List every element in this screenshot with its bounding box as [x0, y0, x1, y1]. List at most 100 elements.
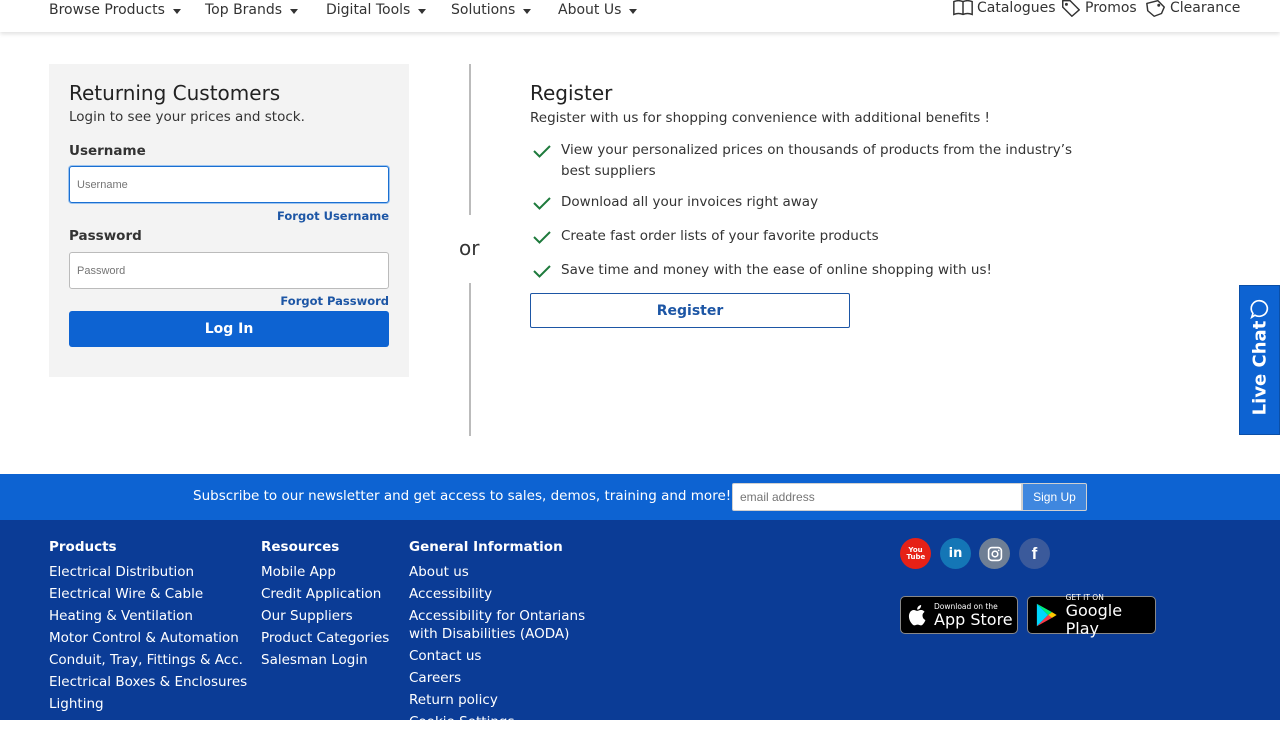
benefit-item: View your personalized prices on thousan…	[532, 140, 1092, 182]
register-title: Register	[530, 81, 613, 105]
benefit-text: Create fast order lists of your favorite…	[561, 228, 879, 244]
promos-label: Promos	[1085, 0, 1137, 16]
footer-products-column: Products Electrical Distribution Electri…	[49, 538, 247, 737]
divider-line-top	[469, 64, 471, 215]
footer-link[interactable]: Credit Application	[261, 583, 389, 605]
tag-icon	[1062, 0, 1080, 17]
app-store-badge[interactable]: Download on the App Store	[900, 596, 1018, 634]
benefit-item: Save time and money with the ease of onl…	[532, 260, 1092, 281]
footer-link[interactable]: Accessibility for Ontarians with Disabil…	[409, 605, 599, 645]
login-button[interactable]: Log In	[69, 311, 389, 347]
footer-link[interactable]: Product Categories	[261, 627, 389, 649]
app-store-big-text: App Store	[934, 609, 1013, 629]
caret-down-icon	[418, 8, 427, 14]
linkedin-icon-text: in	[948, 546, 963, 561]
benefit-item: Create fast order lists of your favorite…	[532, 226, 1092, 247]
nav-label: Top Brands	[205, 2, 283, 18]
nav-digital-tools[interactable]: Digital Tools	[326, 2, 427, 18]
username-input[interactable]	[69, 166, 389, 203]
divider-line-bottom	[469, 283, 471, 436]
caret-down-icon	[172, 8, 181, 14]
facebook-icon[interactable]: f	[1019, 538, 1050, 569]
or-text: or	[459, 236, 480, 260]
google-play-badge[interactable]: GET IT ON Google Play	[1027, 593, 1156, 637]
footer-link[interactable]: Electrical Wire & Cable	[49, 583, 247, 605]
book-icon	[953, 0, 973, 16]
footer-link[interactable]: Lighting	[49, 693, 247, 715]
newsletter-text: Subscribe to our newsletter and get acce…	[193, 488, 732, 504]
footer-link[interactable]: Mobile App	[261, 561, 389, 583]
forgot-password-link[interactable]: Forgot Password	[280, 294, 389, 308]
login-panel: Returning Customers Login to see your pr…	[49, 64, 409, 377]
promos-link[interactable]: Promos	[1060, 0, 1137, 18]
footer-link[interactable]: Electrical Boxes & Enclosures	[49, 671, 247, 693]
live-chat-tab[interactable]: Live Chat	[1239, 285, 1280, 435]
nav-label: Digital Tools	[326, 2, 411, 18]
checkmark-icon	[533, 231, 551, 244]
clearance-tag-icon	[1146, 0, 1165, 17]
password-label: Password	[69, 228, 142, 244]
footer-link[interactable]: Contact us	[409, 645, 599, 667]
footer-link[interactable]: Heating & Ventilation	[49, 605, 247, 627]
caret-down-icon	[290, 8, 299, 14]
nav-label: About Us	[558, 2, 622, 18]
nav-solutions[interactable]: Solutions	[451, 2, 532, 18]
benefit-item: Download all your invoices right away	[532, 192, 1092, 213]
footer-link[interactable]: Electrical Distribution	[49, 561, 247, 583]
newsletter-bar: Subscribe to our newsletter and get acce…	[0, 474, 1280, 520]
nav-browse-products[interactable]: Browse Products	[49, 2, 181, 18]
youtube-icon-text: You Tube	[906, 545, 926, 561]
checkmark-icon	[533, 145, 551, 158]
login-title: Returning Customers	[69, 81, 281, 105]
footer-link[interactable]: Motor Control & Automation	[49, 627, 247, 649]
footer-link[interactable]: Cookie Settings	[409, 711, 599, 733]
footer-link[interactable]: Salesman Login	[261, 649, 389, 671]
nav-label: Browse Products	[49, 2, 165, 18]
checkmark-icon	[533, 265, 551, 278]
benefit-text: Download all your invoices right away	[561, 194, 819, 210]
clearance-label: Clearance	[1170, 0, 1241, 16]
footer-link[interactable]: Conduit, Tray, Fittings & Acc.	[49, 649, 247, 671]
benefit-text: Save time and money with the ease of onl…	[561, 262, 992, 278]
footer-heading: Resources	[261, 539, 340, 555]
apple-icon	[908, 605, 926, 626]
footer: Products Electrical Distribution Electri…	[0, 520, 1280, 734]
top-nav: Browse Products Top Brands Digital Tools…	[0, 0, 1280, 32]
footer-link[interactable]: Our Suppliers	[261, 605, 389, 627]
register-button[interactable]: Register	[530, 293, 850, 328]
caret-down-icon	[523, 8, 532, 14]
facebook-icon-text: f	[1031, 543, 1038, 563]
footer-link[interactable]: About us	[409, 561, 599, 583]
linkedin-icon[interactable]: in	[940, 538, 971, 569]
instagram-icon[interactable]	[979, 538, 1010, 569]
footer-heading: General Information	[409, 539, 563, 555]
nav-label: Solutions	[451, 2, 516, 18]
password-input[interactable]	[69, 252, 389, 289]
footer-link[interactable]: All Product Categories	[49, 715, 247, 737]
google-play-big-text: Google Play	[1065, 600, 1123, 638]
checkmark-icon	[533, 197, 551, 210]
footer-link[interactable]: Accessibility	[409, 583, 599, 605]
caret-down-icon	[629, 8, 638, 14]
register-subtitle: Register with us for shopping convenienc…	[530, 110, 990, 126]
footer-link[interactable]: Return policy	[409, 689, 599, 711]
footer-resources-column: Resources Mobile App Credit Application …	[261, 538, 389, 671]
youtube-icon[interactable]: You Tube	[900, 538, 931, 569]
footer-general-column: General Information About us Accessibili…	[409, 538, 599, 733]
nav-about-us[interactable]: About Us	[558, 2, 638, 18]
benefit-text: View your personalized prices on thousan…	[561, 142, 1073, 179]
footer-link[interactable]: Careers	[409, 667, 599, 689]
forgot-username-link[interactable]: Forgot Username	[277, 209, 389, 223]
camera-glyph	[987, 546, 1002, 561]
footer-heading: Products	[49, 539, 117, 555]
live-chat-label: Live Chat	[1249, 320, 1270, 416]
username-label: Username	[69, 143, 146, 159]
newsletter-signup-button[interactable]: Sign Up	[1022, 483, 1087, 511]
clearance-link[interactable]: Clearance	[1145, 0, 1240, 18]
nav-top-brands[interactable]: Top Brands	[205, 2, 299, 18]
chat-bubble-icon	[1250, 299, 1269, 320]
catalogues-label: Catalogues	[977, 0, 1056, 16]
newsletter-email-input[interactable]	[732, 483, 1022, 511]
login-subtitle: Login to see your prices and stock.	[69, 109, 305, 125]
catalogues-link[interactable]: Catalogues	[952, 0, 1056, 18]
